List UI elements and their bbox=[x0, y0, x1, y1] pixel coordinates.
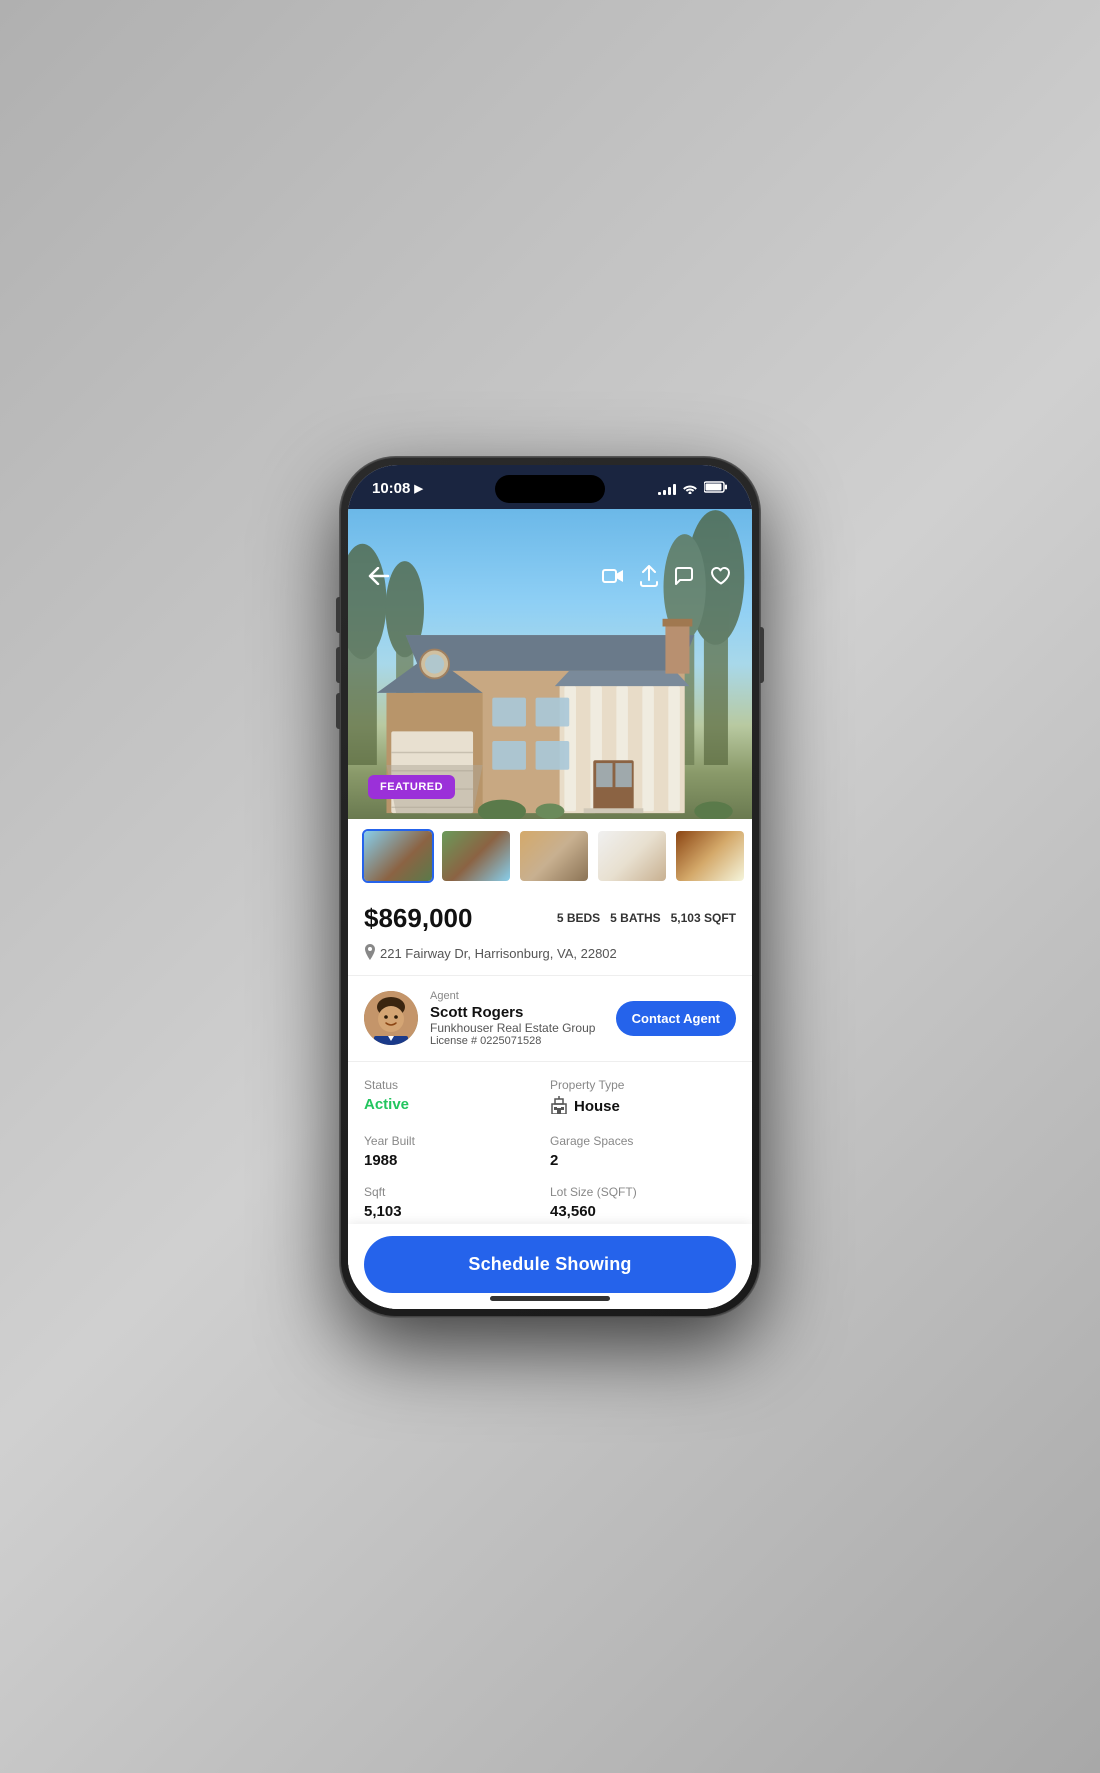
hero-image: FEATURED bbox=[348, 509, 752, 819]
home-indicator bbox=[490, 1296, 610, 1301]
location-icon: ▶ bbox=[414, 482, 422, 495]
agent-avatar bbox=[364, 991, 418, 1045]
agent-label: Agent bbox=[430, 990, 604, 1002]
sqft-cell: Sqft 5,103 bbox=[364, 1185, 550, 1220]
scrollable-content[interactable]: FEATURED bbox=[348, 509, 752, 1309]
year-garage-row: Year Built 1988 Garage Spaces 2 bbox=[364, 1126, 736, 1177]
garage-label: Garage Spaces bbox=[550, 1134, 736, 1148]
status-row: Status Active Property Type bbox=[364, 1070, 736, 1126]
property-specs: 5 BEDS 5 BATHS 5,103 SQFT bbox=[557, 911, 736, 925]
pin-icon bbox=[364, 944, 376, 963]
thumbnail-3[interactable] bbox=[518, 829, 590, 883]
building-icon bbox=[550, 1096, 568, 1118]
beds-spec: 5 BEDS bbox=[557, 911, 600, 925]
thumbnail-5[interactable] bbox=[674, 829, 746, 883]
sqft-label: Sqft bbox=[364, 1185, 550, 1199]
schedule-showing-button[interactable]: Schedule Showing bbox=[364, 1236, 736, 1293]
contact-agent-button[interactable]: Contact Agent bbox=[616, 1001, 736, 1036]
time-display: 10:08 bbox=[372, 480, 410, 497]
battery-icon bbox=[704, 481, 728, 496]
status-value: Active bbox=[364, 1096, 550, 1113]
property-address: 221 Fairway Dr, Harrisonburg, VA, 22802 bbox=[380, 946, 617, 961]
agent-company: Funkhouser Real Estate Group bbox=[430, 1021, 604, 1035]
thumbnail-1[interactable] bbox=[362, 829, 434, 883]
thumbnail-2[interactable] bbox=[440, 829, 512, 883]
nav-bar bbox=[348, 553, 752, 604]
house-type-text: House bbox=[574, 1098, 620, 1115]
wifi-icon bbox=[682, 481, 698, 497]
dynamic-island bbox=[495, 475, 605, 503]
thumbnail-strip bbox=[348, 819, 752, 893]
featured-badge: FEATURED bbox=[368, 775, 455, 799]
property-type-cell: Property Type bbox=[550, 1078, 736, 1118]
year-built-label: Year Built bbox=[364, 1134, 550, 1148]
property-type-value: House bbox=[550, 1096, 736, 1118]
back-button[interactable] bbox=[368, 567, 390, 590]
status-cell: Status Active bbox=[364, 1078, 550, 1118]
nav-icons bbox=[602, 565, 732, 592]
baths-spec: 5 BATHS bbox=[610, 911, 660, 925]
status-icons bbox=[658, 481, 728, 497]
share-button[interactable] bbox=[640, 565, 658, 592]
chat-button[interactable] bbox=[674, 566, 694, 591]
lot-sqft-value: 43,560 bbox=[550, 1203, 736, 1220]
address-row: 221 Fairway Dr, Harrisonburg, VA, 22802 bbox=[364, 940, 736, 975]
garage-cell: Garage Spaces 2 bbox=[550, 1134, 736, 1169]
status-label: Status bbox=[364, 1078, 550, 1092]
video-button[interactable] bbox=[602, 568, 624, 589]
year-built-value: 1988 bbox=[364, 1152, 550, 1169]
sqft-spec: 5,103 SQFT bbox=[671, 911, 736, 925]
sqft-value: 5,103 bbox=[364, 1203, 550, 1220]
lot-sqft-label: Lot Size (SQFT) bbox=[550, 1185, 736, 1199]
year-built-cell: Year Built 1988 bbox=[364, 1134, 550, 1169]
agent-info: Agent Scott Rogers Funkhouser Real Estat… bbox=[430, 990, 604, 1047]
status-time: 10:08 ▶ bbox=[372, 480, 423, 497]
agent-name: Scott Rogers bbox=[430, 1004, 604, 1021]
phone-frame: 10:08 ▶ bbox=[340, 457, 760, 1317]
agent-license: License # 0225071528 bbox=[430, 1035, 604, 1047]
price-row: $869,000 5 BEDS 5 BATHS 5,103 SQFT bbox=[364, 893, 736, 940]
property-price: $869,000 bbox=[364, 903, 472, 934]
thumbnail-4[interactable] bbox=[596, 829, 668, 883]
lot-sqft-cell: Lot Size (SQFT) 43,560 bbox=[550, 1185, 736, 1220]
favorite-button[interactable] bbox=[710, 566, 732, 591]
phone-screen: 10:08 ▶ bbox=[348, 465, 752, 1309]
garage-value: 2 bbox=[550, 1152, 736, 1169]
agent-card: Agent Scott Rogers Funkhouser Real Estat… bbox=[364, 976, 736, 1061]
sqft-lot-row: Sqft 5,103 Lot Size (SQFT) 43,560 bbox=[364, 1177, 736, 1228]
signal-icon bbox=[658, 483, 676, 495]
property-type-label: Property Type bbox=[550, 1078, 736, 1092]
